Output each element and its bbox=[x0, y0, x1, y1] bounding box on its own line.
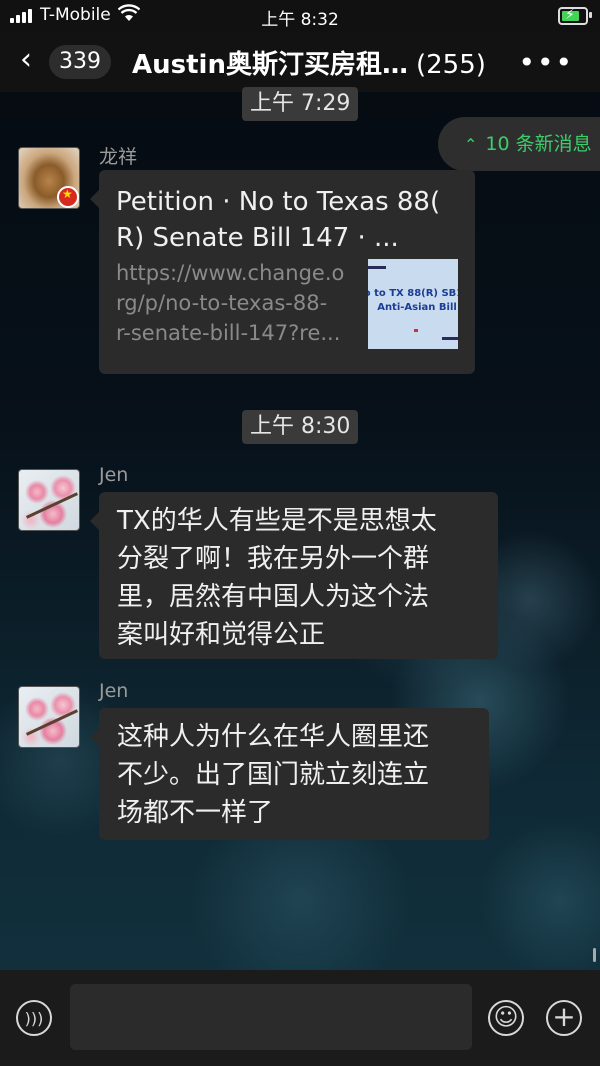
group-name: Austin奥斯汀买房租… bbox=[132, 50, 408, 80]
chat-header: ‹ 339 Austin奥斯汀买房租… (255) ••• bbox=[0, 32, 600, 92]
double-chevron-up-icon: ⌃ bbox=[464, 135, 478, 154]
sender-name: 龙祥 bbox=[99, 146, 138, 168]
member-count: (255) bbox=[415, 50, 486, 80]
flag-badge-icon bbox=[57, 186, 79, 208]
message-input[interactable] bbox=[70, 984, 472, 1050]
battery-icon: ⚡ bbox=[558, 7, 592, 25]
plus-icon[interactable]: + bbox=[546, 1000, 582, 1036]
link-card-bubble[interactable]: Petition · No to Texas 88( R) Senate Bil… bbox=[90, 170, 475, 374]
message-text: TX的华人有些是不是思想太 分裂了啊！我在另外一个群 里，居然有中国人为这个法 … bbox=[117, 506, 437, 650]
sender-name: Jen bbox=[99, 680, 129, 702]
status-time: 上午 8:32 bbox=[261, 10, 339, 30]
message-timestamp: 上午 8:30 bbox=[242, 410, 359, 444]
new-messages-label: 10 条新消息 bbox=[485, 133, 592, 155]
message-timestamp: 上午 7:29 bbox=[242, 87, 359, 121]
sender-name: Jen bbox=[99, 464, 129, 486]
avatar[interactable] bbox=[18, 686, 80, 748]
message-bubble[interactable]: 这种人为什么在华人圈里还 不少。出了国门就立刻连立 场都不一样了 bbox=[90, 708, 489, 840]
voice-icon[interactable]: ))) bbox=[16, 1000, 52, 1036]
message-bubble[interactable]: TX的华人有些是不是思想太 分裂了啊！我在另外一个群 里，居然有中国人为这个法 … bbox=[90, 492, 498, 659]
avatar[interactable] bbox=[18, 469, 80, 531]
link-thumbnail: o to TX 88(R) SB14 Anti-Asian Bill bbox=[368, 259, 458, 349]
chat-title: Austin奥斯汀买房租… (255) bbox=[132, 44, 486, 81]
new-messages-button[interactable]: ⌃ 10 条新消息 bbox=[438, 117, 600, 171]
thumbnail-text: o to TX 88(R) SB14 Anti-Asian Bill bbox=[368, 288, 458, 313]
message-text: 这种人为什么在华人圈里还 不少。出了国门就立刻连立 场都不一样了 bbox=[117, 722, 430, 828]
back-chevron-icon[interactable]: ‹ bbox=[20, 42, 32, 77]
more-dots-icon[interactable]: ••• bbox=[518, 46, 574, 79]
unread-count-badge[interactable]: 339 bbox=[49, 45, 111, 79]
link-url: https://www.change.o rg/p/no-to-texas-88… bbox=[116, 261, 345, 345]
scroll-indicator[interactable] bbox=[593, 948, 596, 962]
link-title: Petition · No to Texas 88( R) Senate Bil… bbox=[116, 187, 441, 253]
status-bar: T-Mobile 上午 8:32 ⚡ bbox=[0, 0, 600, 32]
emoji-icon[interactable]: ☺ bbox=[488, 1000, 524, 1036]
